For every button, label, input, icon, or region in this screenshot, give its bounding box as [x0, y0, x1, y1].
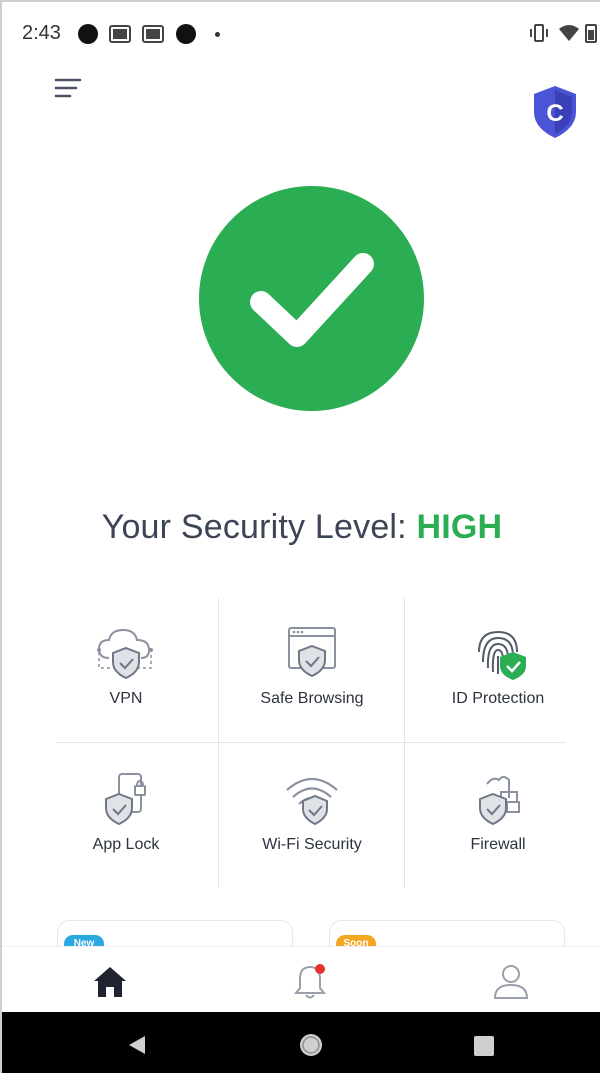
bottom-navigation — [2, 946, 600, 1012]
cloud-shield-icon — [97, 628, 153, 680]
grid-divider — [404, 598, 405, 888]
home-icon[interactable] — [88, 961, 132, 1001]
gallery-notification-icon — [142, 25, 164, 43]
feature-label: App Lock — [92, 836, 160, 853]
profile-icon[interactable] — [489, 961, 533, 1001]
feature-vpn[interactable]: VPN — [36, 598, 216, 743]
browser-shield-icon — [288, 627, 336, 678]
hamburger-menu-icon[interactable] — [54, 74, 82, 102]
more-notifications-icon — [215, 32, 220, 37]
feature-label: VPN — [109, 690, 143, 707]
back-icon[interactable] — [126, 1034, 148, 1056]
system-navigation-bar — [2, 1012, 600, 1073]
notification-badge — [315, 964, 325, 974]
vibrate-icon — [530, 24, 548, 42]
notification-dot-icon — [78, 24, 98, 44]
bell-icon[interactable] — [288, 961, 332, 1001]
feature-safe-browsing[interactable]: Safe Browsing — [222, 598, 402, 743]
security-status-circle — [199, 186, 424, 411]
grid-divider — [218, 598, 219, 888]
home-circle-icon[interactable] — [298, 1032, 324, 1058]
phone-shield-icon — [105, 773, 146, 826]
features-grid: VPN Safe Browsing ID Protection App Lock… — [32, 598, 572, 888]
badge-letter: C — [546, 100, 563, 127]
feature-label: Safe Browsing — [260, 690, 364, 707]
security-level-value: HIGH — [416, 508, 503, 546]
status-time: 2:43 — [22, 22, 61, 44]
feature-label: ID Protection — [451, 690, 545, 707]
recents-icon[interactable] — [473, 1035, 495, 1057]
feature-id-protection[interactable]: ID Protection — [408, 598, 588, 743]
feature-app-lock[interactable]: App Lock — [36, 744, 216, 889]
feature-wifi-security[interactable]: Wi-Fi Security — [222, 744, 402, 889]
notification-dot-icon — [176, 24, 196, 44]
feature-label: Wi-Fi Security — [262, 836, 362, 853]
checkmark-icon — [250, 253, 374, 347]
battery-icon — [585, 24, 597, 43]
brick-shield-icon — [479, 776, 520, 826]
app-frame: 2:43 C Your Security Level: HIGH VPN Saf… — [0, 0, 600, 1073]
shield-c-icon: C — [534, 86, 576, 138]
gallery-notification-icon — [109, 25, 131, 43]
security-level-text: Your Security Level: HIGH — [2, 508, 600, 547]
wifi-shield-icon — [286, 777, 338, 826]
feature-firewall[interactable]: Firewall — [408, 744, 588, 889]
fingerprint-shield-icon — [478, 630, 526, 680]
feature-label: Firewall — [470, 836, 526, 853]
security-level-label: Your Security Level: — [101, 508, 407, 546]
account-shield-badge[interactable]: C — [530, 84, 580, 140]
status-bar: 2:43 — [2, 2, 600, 66]
wifi-status-icon — [559, 25, 579, 41]
